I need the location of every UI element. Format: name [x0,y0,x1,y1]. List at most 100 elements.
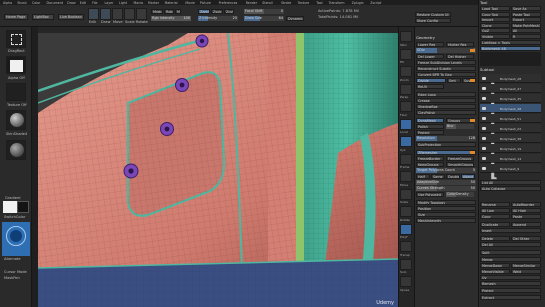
view-button-transp[interactable] [400,241,412,252]
menu-item-brush[interactable]: Brush [18,1,27,5]
list-all-button[interactable]: List All [480,180,541,185]
tool-button-visible[interactable]: Visible [480,33,510,39]
menu-item-transform[interactable]: Transform [329,1,345,5]
size-button[interactable]: Size [416,212,476,217]
eye-icon[interactable] [482,146,486,150]
extract-button[interactable]: Extract [480,295,541,300]
append-button[interactable]: Append [511,222,541,227]
reconstruct-subdiv-button[interactable]: Reconstruct Subdiv [416,66,476,71]
project-button[interactable]: Project [416,130,444,135]
rotate-mode-button[interactable] [136,8,147,20]
same-button[interactable]: Same [431,174,445,179]
subprojection-button[interactable]: SubProjection [416,142,476,147]
view-button-solo[interactable] [400,258,412,270]
eye-icon[interactable] [482,156,486,160]
merge-similar-button[interactable]: MergeSimilar [511,263,541,268]
all-high-button[interactable]: All High [511,208,541,213]
auto-collapse-button[interactable]: Auto Collapse [480,186,541,191]
merge-button[interactable]: Merge [480,257,541,262]
eye-icon[interactable] [482,96,486,100]
keep-groups-button[interactable]: KeepGroups [416,162,444,167]
main-color-swatch[interactable] [3,201,17,213]
zsub-button[interactable]: Zsub [211,9,223,14]
view-button-rotate[interactable] [400,206,412,217]
uv-button[interactable]: Uv [480,275,541,280]
view-button-scale[interactable] [400,188,412,200]
freeze-subdiv-button[interactable]: Freeze SubDivision Levels [416,60,476,65]
draw-size-slider[interactable]: Draw Size 64 [244,16,284,21]
smooth-groups-button[interactable]: SmoothGroups [446,162,474,167]
menu-item-picture[interactable]: Picture [200,1,211,5]
del-higher-button[interactable]: Del Higher [446,54,474,59]
mrgb-button[interactable]: Mrgb [151,9,163,14]
menu-item-draw[interactable]: Draw [67,1,75,5]
shadowbox-button[interactable]: ShadowBox [416,104,476,109]
zadd-button[interactable]: Zadd [198,9,210,14]
menu-item-macro[interactable]: Macro [134,1,144,5]
eye-icon[interactable] [482,106,486,110]
menu-item-tool[interactable]: Tool [316,1,322,5]
tool-button-r[interactable]: R [511,33,541,39]
menu-item-preferences[interactable]: Preferences [219,1,238,5]
dynamic-button[interactable]: Dynamic [286,16,304,21]
claypolish-button[interactable]: ClayPolish [416,110,476,115]
menu-item-document[interactable]: Document [47,1,64,5]
eye-icon[interactable] [482,126,486,130]
draw-mode-button[interactable] [100,8,111,20]
freeze-groups-button[interactable]: FreezeGroups [446,156,474,161]
tool-button-paste-tool[interactable]: Paste Tool [511,11,541,17]
autoreorder-button[interactable]: AutoReorder [511,202,541,207]
view-button-sdiv[interactable] [400,31,412,42]
reuv-button[interactable]: ReUV [416,84,444,89]
view-button-local[interactable] [400,118,412,130]
half-button[interactable]: Half [416,174,430,179]
tool-button-import[interactable]: Import [480,17,510,22]
eye-icon[interactable] [482,116,486,120]
eye-icon[interactable] [482,76,486,80]
view-button-xpose[interactable] [400,276,412,287]
menu-item-zscript[interactable]: Zscript [370,1,381,5]
blur-slider[interactable]: Blur [446,124,474,129]
sdiv-slider[interactable]: SDiv4 [416,48,476,53]
merge-visible-button[interactable]: MergeVisible [480,269,510,274]
use-polypaint-button[interactable]: Use Polypaint [416,192,444,197]
weld-button[interactable]: Weld [511,269,541,274]
tool-button-load-tool[interactable]: Load Tool [480,6,510,11]
all-low-button[interactable]: All Low [480,208,510,213]
eye-icon[interactable] [482,136,486,140]
edge-loop-button[interactable]: Edge Loop [416,92,476,97]
rgb-button[interactable]: Rgb [164,9,174,14]
texture-thumbnail[interactable] [6,83,26,101]
viewport[interactable]: Udemy [38,33,398,307]
move-mode-button[interactable] [112,8,123,20]
menu-item-layer[interactable]: Layer [105,1,114,5]
live-boolean-button[interactable]: Live Boolean [58,14,84,20]
menu-item-movie[interactable]: Movie [185,1,194,5]
curves-strength-slider[interactable]: Curves Strength 50 [416,186,476,191]
eye-icon[interactable] [482,166,486,170]
color-density-slider[interactable]: ColorDensity [446,192,474,197]
view-button-fill[interactable] [400,48,412,60]
merge-down-button[interactable]: MergeDown [480,263,510,268]
del-lower-button[interactable]: Del Lower [416,54,444,59]
view-button-floor[interactable] [400,101,412,112]
tool-button-copy-tool[interactable]: Copy Tool [480,11,510,17]
scale-mode-button[interactable] [124,8,135,20]
color-picker-wheel[interactable] [2,222,30,256]
eye-icon[interactable] [482,86,486,90]
split-button[interactable]: Split [480,250,541,255]
remesh-button[interactable]: Remesh [480,281,541,286]
adapt-button[interactable]: Adapt [461,174,475,179]
freeze-border-button[interactable]: FreezeBorder [416,156,444,161]
convert-bpr-button[interactable]: Convert BPR To Geo [416,72,476,77]
home-page-button[interactable]: Home Page [4,14,28,20]
mesh-integrity-button[interactable]: MeshIntegrity [416,218,476,223]
zremesher-button[interactable]: ZRemesher [416,150,476,155]
view-button-zoom[interactable] [400,66,412,77]
tool-button-make-polymesh3d[interactable]: Make PolyMesh3D [511,22,541,28]
menu-item-color[interactable]: Color [32,1,40,5]
alpha-thumbnail[interactable] [6,56,26,74]
view-button-move[interactable] [400,171,412,182]
adaptive-size-slider[interactable]: AdaptiveSize 50 [416,180,476,185]
menu-item-material[interactable]: Material [165,1,178,5]
